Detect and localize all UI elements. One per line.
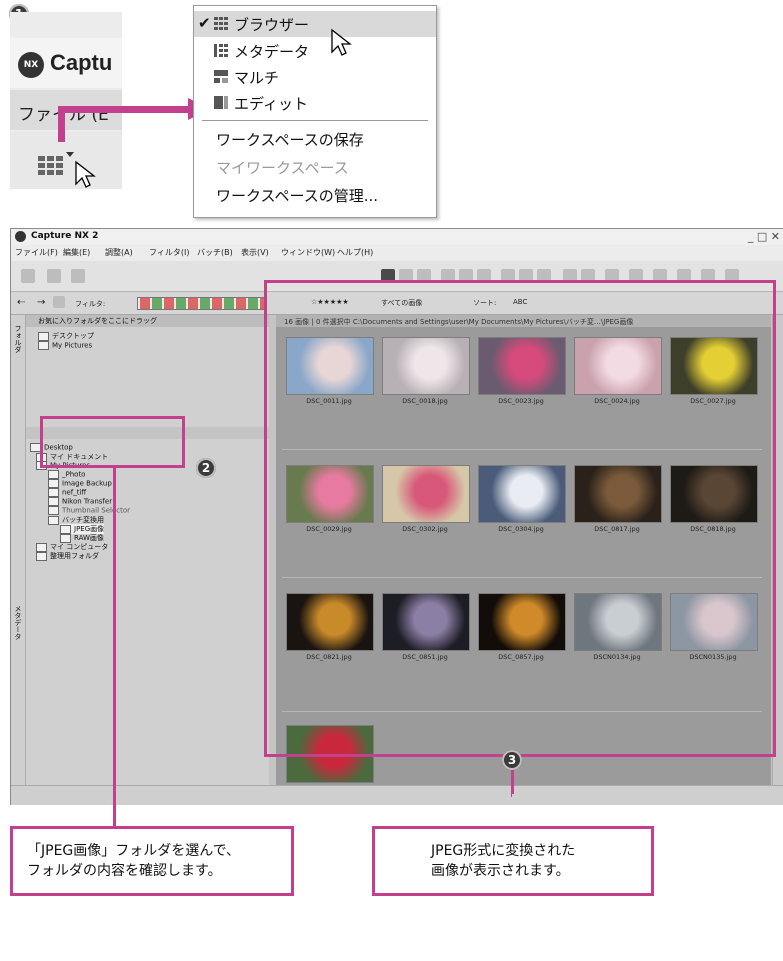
menu-item-metadata[interactable]: メタデータ <box>194 38 436 64</box>
capture-nx-logo-icon: NX <box>18 52 44 78</box>
callout-left-line1: 「JPEG画像」フォルダを選んで、 <box>27 843 241 859</box>
browser-icon[interactable] <box>47 269 61 283</box>
menu-item-label: マイワークスペース <box>216 159 349 177</box>
up-folder-icon[interactable] <box>53 296 65 308</box>
callout-right: JPEG形式に変換された 画像が表示されます。 <box>372 826 654 896</box>
tree-item[interactable]: _Photo <box>48 470 85 479</box>
menu-batch[interactable]: バッチ(B) <box>197 247 233 258</box>
favorite-item[interactable]: デスクトップ <box>38 331 94 341</box>
back-arrow-icon[interactable]: ⇠ <box>17 297 25 308</box>
window-title: Capture NX 2 <box>31 231 99 241</box>
menu-view[interactable]: 表示(V) <box>241 247 269 258</box>
favorites-panel: お気に入りフォルダをここにドラッグ デスクトップ My Pictures <box>26 315 269 427</box>
mini-app-title: Captu <box>50 50 113 75</box>
mini-app-screenshot: NX Captu ファイル (E <box>10 12 122 189</box>
gallery-highlight <box>264 280 776 757</box>
tree-item[interactable]: Nikon Transfer <box>48 497 112 506</box>
menu-item-save-workspace[interactable]: ワークスペースの保存 <box>194 126 436 152</box>
callout-left: 「JPEG画像」フォルダを選んで、 フォルダの内容を確認します。 <box>10 826 294 896</box>
menu-item-label: ブラウザー <box>234 16 310 34</box>
window-controls[interactable]: _ □ ✕ <box>748 230 780 243</box>
connector-line <box>113 466 116 828</box>
favorites-header: お気に入りフォルダをここにドラッグ <box>26 315 269 327</box>
mini-toolbar <box>10 132 122 189</box>
step-2-badge: 2 <box>196 458 216 478</box>
callout-right-line1: JPEG形式に変換された <box>431 843 576 859</box>
callout-right-line2: 画像が表示されます。 <box>431 863 570 879</box>
tree-item[interactable]: Image Backup <box>48 479 112 488</box>
bottom-bar <box>11 785 783 805</box>
multi-layout-icon <box>214 70 228 83</box>
menu-help[interactable]: ヘルプ(H) <box>337 247 373 258</box>
menu-window[interactable]: ウィンドウ(W) <box>281 247 335 258</box>
mouse-cursor-icon <box>75 160 96 188</box>
menu-filter[interactable]: フィルタ(I) <box>149 247 189 258</box>
edit-layout-icon <box>214 96 228 109</box>
menu-item-edit[interactable]: エディット <box>194 90 436 116</box>
menu-item-browser[interactable]: ✔ ブラウザー <box>194 11 436 37</box>
workspace-grid-icon[interactable] <box>21 269 35 283</box>
label-filter-buttons[interactable] <box>137 297 265 310</box>
tree-item[interactable]: nef_tiff <box>48 488 86 497</box>
menu-item-multi[interactable]: マルチ <box>194 64 436 90</box>
jpeg-folder-highlight <box>40 416 185 468</box>
menu-item-label: エディット <box>234 95 308 113</box>
mini-title-bar: NX Captu <box>10 38 122 88</box>
menu-separator <box>202 120 428 121</box>
workspace-dropdown-menu: ✔ ブラウザー メタデータ マルチ エディット ワークスペースの保存 マイワーク… <box>193 5 437 218</box>
menu-item-label: ワークスペースの保存 <box>216 131 364 149</box>
workspace-grid-icon[interactable] <box>36 150 76 189</box>
browser-layout-icon <box>214 17 228 30</box>
menu-file[interactable]: ファイル(F) <box>15 247 58 258</box>
window-menubar: ファイル(F) 編集(E) 調整(A) フィルタ(I) バッチ(B) 表示(V)… <box>11 245 783 261</box>
pointer-arrow <box>58 106 198 113</box>
menu-item-label: ワークスペースの管理... <box>216 187 379 205</box>
metadata-layout-icon <box>214 44 228 57</box>
menu-item-my-workspace: マイワークスペース <box>194 154 436 180</box>
window-title-bar: Capture NX 2 _ □ ✕ <box>11 229 783 245</box>
menu-item-label: マルチ <box>234 69 280 87</box>
tree-item[interactable]: 整理用フォルダ <box>36 551 99 561</box>
filter-label: フィルタ: <box>75 300 106 308</box>
callout-left-line2: フォルダの内容を確認します。 <box>27 863 222 879</box>
menu-item-label: メタデータ <box>234 43 310 61</box>
step-3-badge: 3 <box>502 750 522 770</box>
left-side-tabs: フォルダ メタデータ <box>11 315 26 785</box>
connector-line <box>511 794 512 797</box>
app-logo-icon <box>15 231 26 242</box>
menu-adjust[interactable]: 調整(A) <box>105 247 133 258</box>
menu-item-manage-workspace[interactable]: ワークスペースの管理... <box>194 182 436 208</box>
pointer-arrow-stem <box>58 112 65 142</box>
menu-edit[interactable]: 編集(E) <box>63 247 90 258</box>
metadata-tab[interactable]: メタデータ <box>13 605 23 640</box>
favorite-item[interactable]: My Pictures <box>38 341 92 350</box>
folder-tree-panel: Desktop マイ ドキュメント My Pictures _Photo Ima… <box>26 439 269 785</box>
checkmark-icon: ✔ <box>198 14 211 32</box>
folders-tab[interactable]: フォルダ <box>13 325 23 353</box>
tree-item[interactable]: Thumbnail Selector <box>48 506 130 515</box>
print-icon[interactable] <box>71 269 85 283</box>
forward-arrow-icon[interactable]: → <box>37 297 45 308</box>
connector-line <box>511 770 514 794</box>
